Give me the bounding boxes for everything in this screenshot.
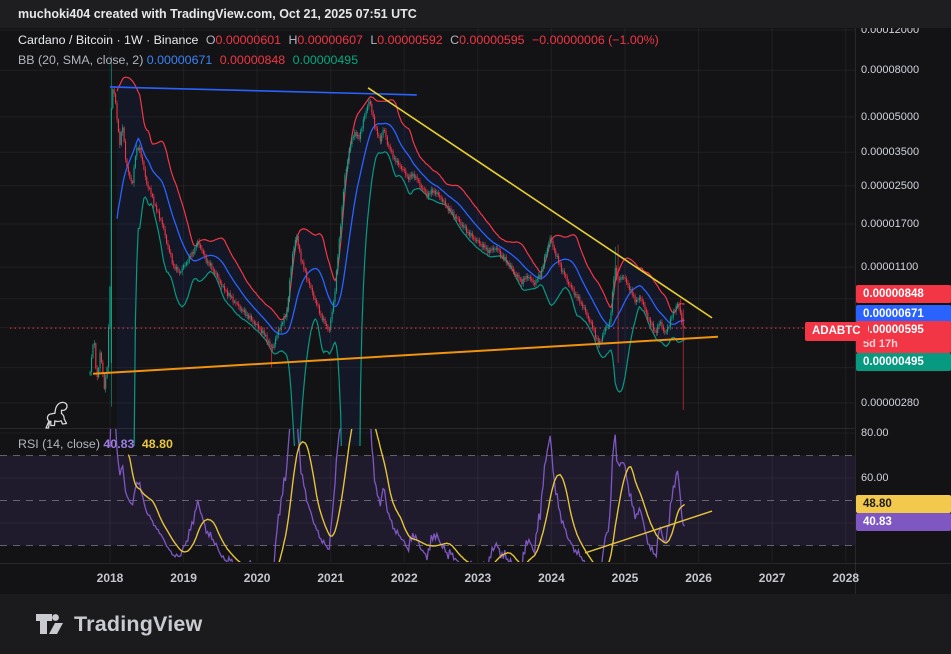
bb-basis-badge-value: 0.00000671 [863, 308, 924, 320]
rsi-badge: 40.83 [856, 513, 951, 531]
rsi-ma-badge: 48.80 [856, 495, 951, 513]
bb-lower-badge-value: 0.00000495 [863, 356, 924, 368]
symbol-price-flag: ADABTC [805, 322, 868, 341]
price-axis-label: 0.00003500 [861, 145, 919, 159]
open-value: 0.00000601 [216, 33, 281, 47]
price-axis-label: 0.00001100 [861, 260, 918, 274]
bb-lower-badge: 0.00000495 [856, 353, 951, 371]
year-label: 2025 [612, 571, 639, 585]
year-label: 2018 [97, 571, 124, 585]
attribution-text: muchoki404 created with TradingView.com,… [18, 7, 417, 21]
year-label: 2022 [391, 571, 418, 585]
pane-separator[interactable] [0, 428, 855, 429]
bb-title: BB (20, SMA, close, 2) [18, 53, 143, 67]
bb-basis-value: 0.00000671 [147, 53, 212, 67]
rsi-value: 40.83 [103, 437, 134, 451]
bb-upper-badge: 0.00000848 [856, 285, 951, 303]
symbol-legend[interactable]: Cardano / Bitcoin · 1W · Binance O0.0000… [18, 33, 663, 47]
bb-upper-line [117, 77, 685, 320]
rsi-band-fill [0, 456, 855, 546]
footer-bar: TradingView [0, 594, 951, 654]
price-axis-label: 0.00000280 [861, 396, 919, 410]
rsi-axis-label: 60.00 [861, 471, 889, 485]
rsi-ma-badge-value: 48.80 [863, 498, 892, 510]
change-value: −0.00000006 (−1.00%) [532, 33, 659, 47]
year-label: 2019 [170, 571, 197, 585]
symbol-price-flag-text: ADABTC [812, 325, 861, 337]
rsi-badge-value: 40.83 [863, 516, 892, 528]
rsi-ma-value: 48.80 [142, 437, 173, 451]
bb-lower-line [117, 152, 685, 643]
year-label: 2021 [317, 571, 344, 585]
tradingview-logo-text: TradingView [74, 612, 202, 637]
blue-resistance[interactable] [110, 87, 417, 95]
rsi-title: RSI (14, close) [18, 437, 100, 451]
close-label: C [450, 33, 459, 47]
time-axis-border [0, 563, 951, 564]
price-axis-label: 0.00001700 [861, 217, 919, 231]
bb-fill [117, 77, 685, 643]
tradingview-chart-window: muchoki404 created with TradingView.com,… [0, 0, 951, 654]
low-value: 0.00000592 [377, 33, 442, 47]
tradingview-logo[interactable]: TradingView [35, 611, 202, 637]
open-label: O [206, 33, 216, 47]
high-value: 0.00000607 [297, 33, 362, 47]
year-label: 2024 [538, 571, 565, 585]
year-label: 2023 [464, 571, 491, 585]
dino-doodle[interactable] [46, 402, 67, 428]
bar-countdown: 5d 17h [863, 337, 951, 351]
bb-legend[interactable]: BB (20, SMA, close, 2) 0.00000671 0.0000… [18, 53, 362, 67]
last-price-badge: 0.00000595 5d 17h [856, 321, 951, 353]
attribution-bar: muchoki404 created with TradingView.com,… [0, 0, 951, 28]
tradingview-logo-icon [35, 611, 65, 637]
close-value: 0.00000595 [459, 33, 524, 47]
symbol-title: Cardano / Bitcoin · 1W · Binance [18, 33, 198, 47]
bb-upper-badge-value: 0.00000848 [863, 288, 924, 300]
year-label: 2020 [244, 571, 271, 585]
bb-upper-value: 0.00000848 [220, 53, 285, 67]
year-label: 2027 [759, 571, 786, 585]
last-price-badge-value: 0.00000595 [863, 323, 951, 337]
price-axis-label: 0.00005000 [861, 110, 919, 124]
price-axis-label: 0.00008000 [861, 63, 919, 77]
year-label: 2026 [685, 571, 712, 585]
bb-lower-value: 0.00000495 [293, 53, 358, 67]
price-axis-label: 0.00002500 [861, 179, 919, 193]
rsi-legend[interactable]: RSI (14, close) 40.83 48.80 [18, 437, 177, 451]
rsi-axis-label: 80.00 [861, 426, 889, 440]
